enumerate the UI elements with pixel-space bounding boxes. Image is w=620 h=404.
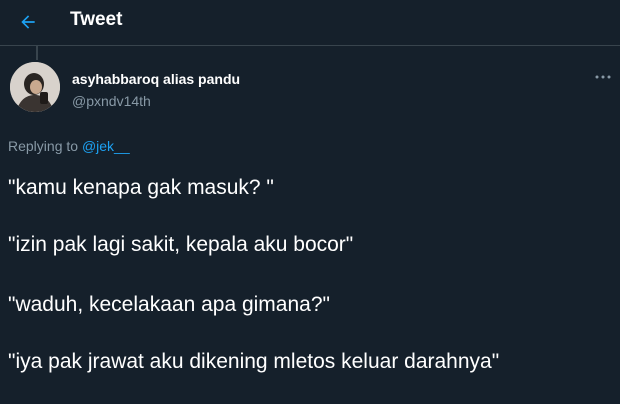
reply-mention-link[interactable]: @jek__: [82, 138, 130, 154]
page-title: Tweet: [70, 9, 123, 30]
avatar-image: [10, 62, 60, 112]
replying-to-label: Replying to: [8, 138, 82, 154]
tweet-text-line-3: "waduh, kecelakaan apa gimana?": [8, 293, 330, 316]
arrow-left-icon: [21, 15, 35, 29]
replying-to: Replying to @jek__: [8, 138, 130, 154]
tweet-text-line-2: "izin pak lagi sakit, kepala aku bocor": [8, 233, 354, 256]
tweet-text-line-4: "iya pak jrawat aku dikening mletos kelu…: [8, 350, 500, 373]
tweet-header: Tweet: [0, 0, 620, 46]
author-display-name[interactable]: asyhabbaroq alias pandu: [72, 71, 240, 87]
more-options-button[interactable]: [590, 66, 616, 88]
more-horizontal-icon: [595, 75, 611, 79]
author-handle[interactable]: @pxndv14th: [72, 93, 151, 109]
avatar[interactable]: [10, 62, 60, 112]
back-button[interactable]: [12, 6, 44, 38]
tweet-text-line-1: "kamu kenapa gak masuk? ": [8, 176, 274, 199]
thread-connector: [36, 46, 38, 60]
